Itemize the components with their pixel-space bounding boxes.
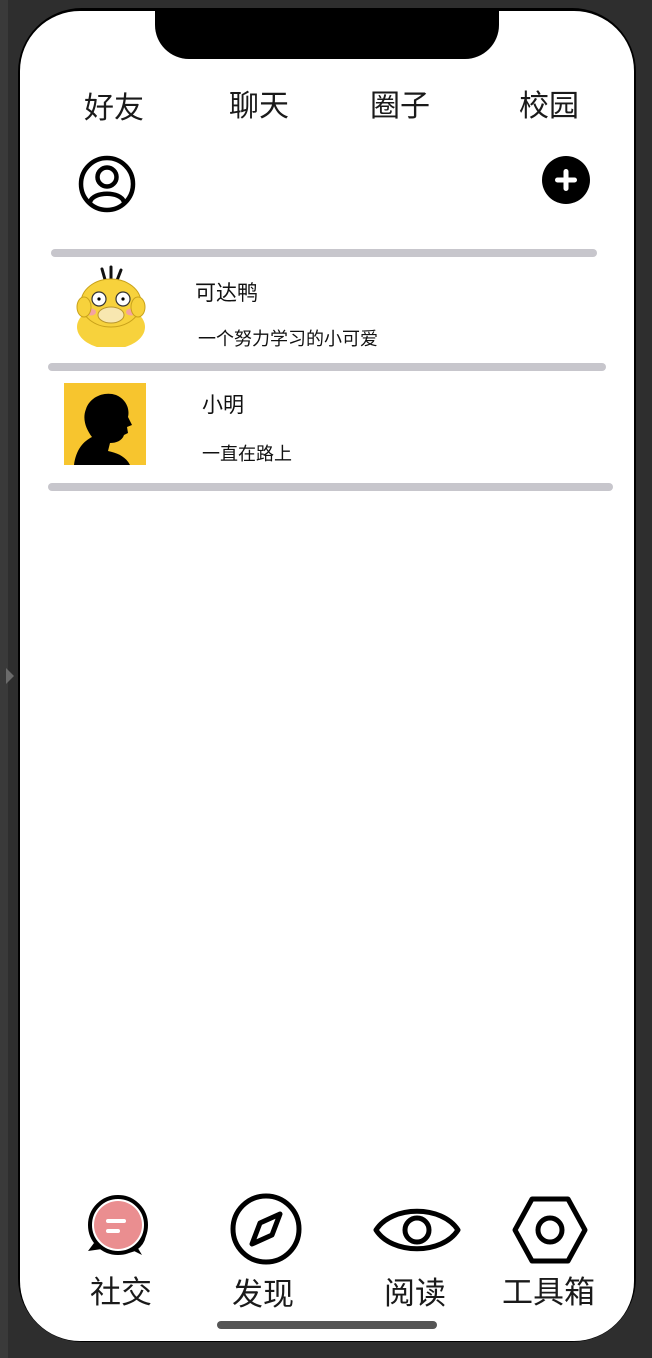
- friend-row[interactable]: 可达鸭 一个努力学习的小可爱: [50, 259, 610, 359]
- friend-status: 一个努力学习的小可爱: [198, 329, 378, 350]
- silhouette-avatar: [64, 383, 146, 465]
- tab-campus[interactable]: 校园: [519, 81, 579, 125]
- phone-screen: 好友 聊天 圈子 校园 可达鸭 一个努力学习的小可爱 小明 一直在路上 社交 发…: [20, 11, 634, 1341]
- nav-label: 阅读: [384, 1276, 446, 1312]
- friend-name: 可达鸭: [195, 281, 258, 305]
- nav-label: 工具箱: [502, 1275, 595, 1311]
- nav-discover[interactable]: 发现: [220, 1187, 320, 1313]
- nav-reading[interactable]: 阅读: [368, 1187, 464, 1312]
- tab-friends[interactable]: 好友: [84, 83, 144, 127]
- compass-icon: [230, 1193, 302, 1265]
- divider: [51, 249, 597, 257]
- nav-label: 发现: [232, 1277, 294, 1313]
- chat-bubbles-icon: [88, 1195, 148, 1255]
- eye-icon: [373, 1208, 461, 1252]
- add-friend-button[interactable]: [542, 156, 590, 204]
- nav-social[interactable]: 社交: [80, 1187, 180, 1311]
- tab-circle[interactable]: 圈子: [370, 81, 430, 125]
- divider: [48, 363, 606, 371]
- expand-arrow-icon[interactable]: [6, 668, 14, 684]
- home-indicator: [217, 1321, 437, 1329]
- friend-name: 小明: [202, 393, 244, 417]
- divider: [48, 483, 613, 491]
- notch: [155, 11, 499, 59]
- app-canvas: 好友 聊天 圈子 校园 可达鸭 一个努力学习的小可爱 小明 一直在路上 社交 发…: [0, 0, 652, 1358]
- psyduck-avatar: [68, 265, 154, 347]
- nav-toolbox[interactable]: 工具箱: [500, 1187, 610, 1311]
- profile-button[interactable]: [78, 155, 136, 213]
- plus-circle-icon: [542, 156, 590, 204]
- nav-label: 社交: [90, 1275, 152, 1311]
- friend-status: 一直在路上: [202, 444, 292, 465]
- tab-chat[interactable]: 聊天: [229, 81, 289, 125]
- hexagon-nut-icon: [512, 1196, 588, 1264]
- user-circle-icon: [78, 155, 136, 213]
- friend-row[interactable]: 小明 一直在路上: [50, 373, 610, 473]
